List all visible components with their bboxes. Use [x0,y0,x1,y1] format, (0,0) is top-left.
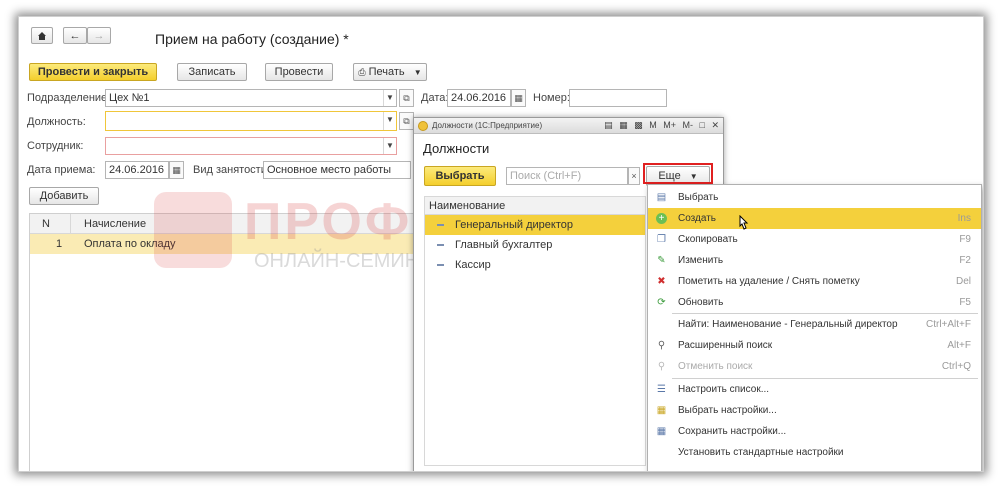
department-label: Подразделение: [27,92,111,104]
search-input[interactable]: Поиск (Ctrl+F) [506,167,628,185]
highlight-frame [643,163,713,184]
open-position-button[interactable]: ⧉ [399,112,414,130]
post-button[interactable]: Провести [265,63,333,81]
accruals-table: N Начисление 1 Оплата по окладу [29,213,429,471]
close-icon[interactable]: ✕ [711,118,719,133]
menu-item-find[interactable]: Найти: Наименование - Генеральный директ… [648,314,981,335]
positions-list: Наименование Генеральный директор Главны… [424,196,646,466]
arrow-left-icon: ← [69,30,81,42]
table-row[interactable]: 1 Оплата по окладу [30,234,428,254]
dialog-titlebar: Должности (1С:Предприятие) ▤ ▦ ▩ M M+ M-… [414,118,723,134]
arrow-right-icon: → [93,30,105,42]
edit-icon: ✎ [657,255,666,266]
hire-date-label: Дата приема: [27,164,96,176]
hire-date-field[interactable]: 24.06.2016 [105,161,169,179]
open-icon: ⧉ [403,93,410,103]
add-button[interactable]: Добавить [29,187,99,205]
mouse-cursor-icon [739,215,749,230]
employment-field[interactable]: Основное место работы [263,161,411,179]
chevron-down-icon[interactable]: ▼ [383,90,396,106]
menu-item-copy[interactable]: ❐ Скопировать F9 [648,229,981,250]
column-header-accrual[interactable]: Начисление [84,218,146,230]
list-settings-icon: ☰ [657,384,666,395]
menu-item-list-settings[interactable]: ☰ Настроить список... [648,379,981,400]
page-title: Прием на работу (создание) * [155,31,349,47]
back-button[interactable]: ← [63,27,87,44]
home-button[interactable] [31,27,53,44]
refresh-icon: ⟳ [657,297,666,308]
number-field[interactable] [569,89,667,107]
clear-search-button[interactable]: × [628,167,640,185]
calendar-button[interactable]: ▦ [511,89,526,107]
employee-field[interactable]: ▼ [105,137,397,155]
table-icon[interactable]: ▦ [619,118,628,133]
dialog-heading: Должности [423,141,490,156]
open-icon: ⧉ [403,116,410,126]
doc-icon[interactable]: ▤ [604,118,613,133]
open-department-button[interactable]: ⧉ [399,89,414,107]
menu-item-choose-settings[interactable]: ▦ Выбрать настройки... [648,400,981,421]
calendar-icon: ▦ [514,93,523,103]
position-label: Должность: [27,116,86,128]
employment-label: Вид занятости: [193,164,270,176]
post-and-close-button[interactable]: Провести и закрыть [29,63,157,81]
column-header-n[interactable]: N [42,218,50,230]
menu-item-delete-mark[interactable]: ✖ Пометить на удаление / Снять пометку D… [648,271,981,292]
date-label: Дата: [421,92,449,104]
memory-m-icon[interactable]: M [649,118,657,133]
menu-item-refresh[interactable]: ⟳ Обновить F5 [648,292,981,313]
menu-item-advanced-search[interactable]: ⚲ Расширенный поиск Alt+F [648,335,981,356]
chevron-down-icon[interactable]: ▼ [383,112,396,130]
menu-item-save-settings[interactable]: ▦ Сохранить настройки... [648,421,981,442]
memory-plus-icon[interactable]: M+ [663,118,676,133]
choose-settings-icon: ▦ [656,405,667,416]
maximize-icon[interactable]: □ [700,118,705,133]
list-header[interactable]: Наименование [425,197,645,215]
home-icon [38,32,46,40]
memory-minus-icon[interactable]: M- [682,118,693,133]
create-icon: + [656,213,667,224]
department-field[interactable]: Цех №1 ▼ [105,89,397,107]
date-field[interactable]: 24.06.2016 [447,89,511,107]
delete-mark-icon: ✖ [657,276,666,287]
select-icon: ▤ [656,192,667,203]
print-button[interactable]: ⎙ Печать ▼ [353,63,427,81]
choose-button[interactable]: Выбрать [424,166,496,186]
save-settings-icon: ▦ [656,426,667,437]
employee-label: Сотрудник: [27,140,84,152]
menu-item-cancel-search[interactable]: ⚲ Отменить поиск Ctrl+Q [648,356,981,377]
number-label: Номер: [533,92,570,104]
table-header: N Начисление [30,214,428,234]
hire-calendar-button[interactable]: ▦ [169,161,184,179]
menu-item-choose[interactable]: ▤ Выбрать [648,187,981,208]
list-item[interactable]: Кассир [425,255,645,275]
forward-button[interactable]: → [87,27,111,44]
menu-item-edit[interactable]: ✎ Изменить F2 [648,250,981,271]
position-field[interactable]: ▼ [105,111,397,131]
search-icon: ⚲ [657,340,666,351]
record-button[interactable]: Записать [177,63,247,81]
menu-item-standard-settings[interactable]: Установить стандартные настройки [648,442,981,463]
cancel-search-icon: ⚲ [657,361,666,372]
more-menu: ▤ Выбрать + Создать Ins ❐ Скопировать F9… [647,184,982,471]
copy-icon: ❐ [657,234,666,245]
app-logo-icon [418,121,428,131]
chevron-down-icon: ▼ [413,68,422,77]
printer-icon: ⎙ [358,67,366,77]
chevron-down-icon[interactable]: ▼ [383,138,396,154]
list-item[interactable]: Главный бухгалтер [425,235,645,255]
list-item[interactable]: Генеральный директор [425,215,645,235]
calendar-icon: ▦ [172,165,181,175]
app-window: ← → Прием на работу (создание) * Провест… [18,16,984,472]
menu-item-create[interactable]: + Создать Ins [648,208,981,229]
clear-icon: × [631,171,637,181]
calc-icon[interactable]: ▩ [634,118,643,133]
